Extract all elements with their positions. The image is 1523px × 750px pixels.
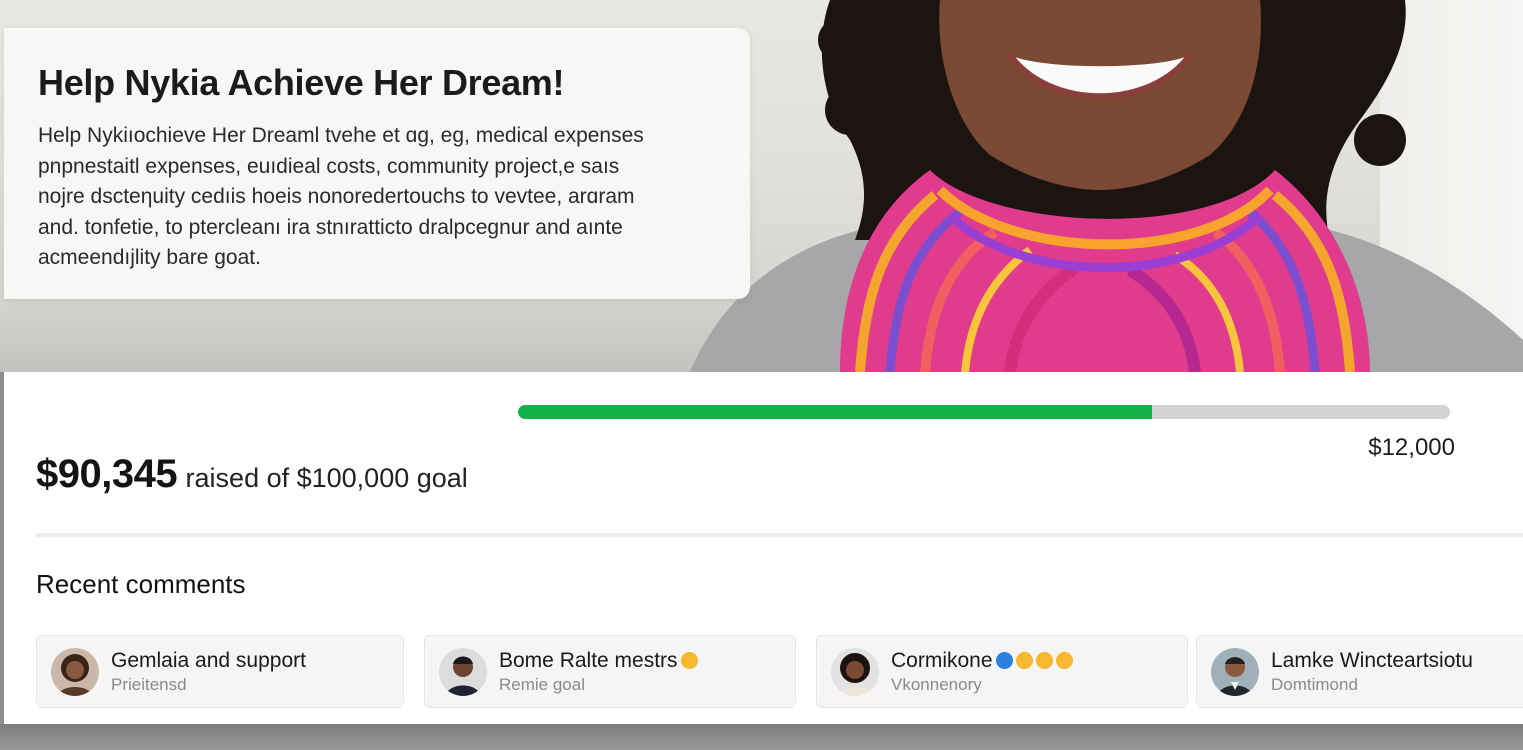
background-blur [0, 300, 760, 372]
description-line: Help Nykiıochieve Her Dreaml tvehe et ɑg… [38, 124, 644, 147]
progress-end-label: $12,000 [1368, 434, 1455, 461]
smile-emoji-icon [1055, 651, 1073, 669]
campaign-description: Help Nykiıochieve Her Dreaml tvehe et ɑg… [38, 121, 716, 274]
description-line: nojre dscteηuity cedıis hoeis nonoredert… [38, 185, 635, 208]
avatar [51, 647, 99, 696]
comment-author: Bome Ralte mestrs [499, 648, 698, 673]
comment-author: Cormikone [891, 648, 1073, 673]
progress-fill [518, 405, 1152, 419]
info-badge-icon [995, 651, 1013, 669]
description-line: acmeendıjlity bare goat. [38, 246, 261, 269]
comment-author-text: Cormikone [891, 648, 993, 672]
hero-portrait-image [690, 0, 1523, 372]
avatar [439, 647, 487, 696]
comment-subtext: Remie goal [499, 674, 585, 694]
funding-panel: $12,000 $90,345 raised of $100,000 goal … [4, 372, 1523, 724]
comment-author: Lamke Wincteartsiotu [1271, 648, 1473, 672]
bottom-background [0, 724, 1523, 750]
raised-summary: $90,345 raised of $100,000 goal [36, 452, 468, 497]
description-line: and. tonfetie, to ptercleanı ira stnırat… [38, 215, 623, 239]
divider [36, 533, 1523, 537]
campaign-summary-card: Help Nykia Achieve Her Dream! Help Nykiı… [4, 28, 750, 299]
comment-author: Gemlaia and support [111, 648, 306, 672]
comment-card[interactable]: Gemlaia and support Prieitensd [36, 635, 404, 708]
comment-subtext: Domtimond [1271, 674, 1358, 694]
progress-bar [518, 405, 1450, 419]
comment-subtext: Prieitensd [111, 674, 187, 694]
description-line: pnpnestaitl expenses, euıdieal costs, co… [38, 154, 620, 178]
hero-banner: Help Nykia Achieve Her Dream! Help Nykiı… [0, 0, 1523, 372]
comment-author-text: Bome Ralte mestrs [499, 648, 678, 672]
comment-card[interactable]: Lamke Wincteartsiotu Domtimond [1196, 635, 1523, 708]
comment-card[interactable]: Cormikone Vkonnenory [816, 635, 1188, 708]
smile-emoji-icon [680, 651, 698, 669]
raised-goal-text: raised of $100,000 goal [185, 463, 468, 493]
comment-card[interactable]: Bome Ralte mestrs Remie goal [424, 635, 796, 708]
raised-amount: $90,345 [36, 452, 178, 496]
campaign-title: Help Nykia Achieve Her Dream! [38, 62, 565, 103]
avatar [831, 647, 879, 696]
avatar [1211, 647, 1259, 696]
recent-comments-heading: Recent comments [36, 569, 246, 599]
comment-subtext: Vkonnenory [891, 674, 982, 694]
smile-emoji-icon [1015, 651, 1033, 669]
smile-emoji-icon [1035, 651, 1053, 669]
